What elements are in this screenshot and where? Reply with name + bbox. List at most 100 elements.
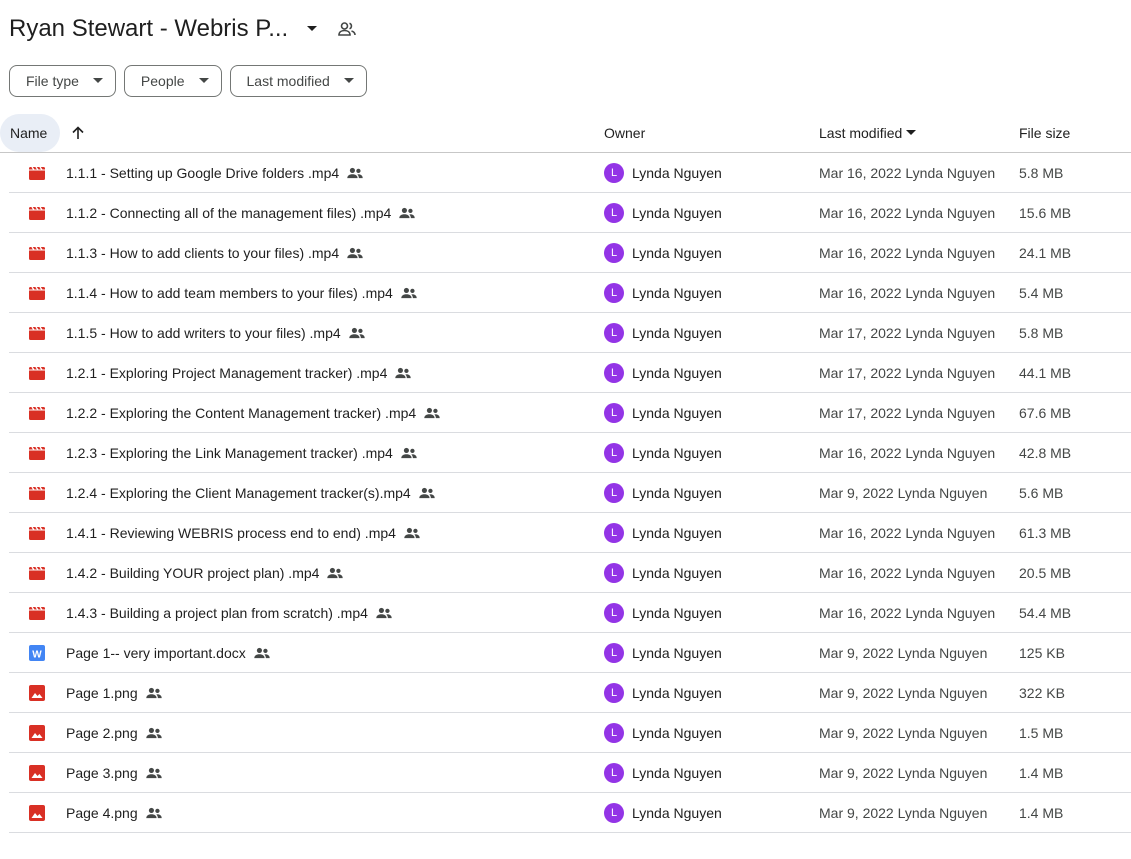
file-row[interactable]: 1.1.2 - Connecting all of the management… <box>9 193 1131 233</box>
file-name[interactable]: 1.2.4 - Exploring the Client Management … <box>66 485 435 501</box>
last-modified-cell: Mar 9, 2022 Lynda Nguyen <box>819 485 988 501</box>
last-modified-cell: Mar 16, 2022 Lynda Nguyen <box>819 285 996 301</box>
file-size-column-header[interactable]: File size <box>1019 125 1070 141</box>
file-row[interactable]: 1.2.1 - Exploring Project Management tra… <box>9 353 1131 393</box>
last-modified-cell: Mar 16, 2022 Lynda Nguyen <box>819 165 996 181</box>
video-file-icon <box>29 366 45 380</box>
file-row[interactable]: Page 1.png L Lynda Nguyen Mar 9, 2022 Lynda… <box>9 673 1131 713</box>
file-name[interactable]: Page 1.png <box>66 685 162 701</box>
name-column-label: Name <box>10 125 48 141</box>
file-row[interactable]: 1.1.1 - Setting up Google Drive folders … <box>9 153 1131 193</box>
folder-header: Ryan Stewart - Webris P... <box>9 12 358 46</box>
file-name[interactable]: 1.1.4 - How to add team members to your … <box>66 285 417 301</box>
shared-icon <box>327 567 344 579</box>
name-column-header[interactable]: Name <box>0 114 60 152</box>
avatar: L <box>604 283 624 303</box>
file-name[interactable]: 1.1.2 - Connecting all of the management… <box>66 205 416 221</box>
file-name[interactable]: 1.4.3 - Building a project plan from scr… <box>66 605 392 621</box>
owner-cell: L Lynda Nguyen <box>604 203 722 223</box>
owner-name: Lynda Nguyen <box>632 725 722 741</box>
file-name-text: 1.2.2 - Exploring the Content Management… <box>66 405 417 421</box>
file-row[interactable]: 1.2.3 - Exploring the Link Management tr… <box>9 433 1131 473</box>
caret-down-icon <box>198 78 209 84</box>
owner-name: Lynda Nguyen <box>632 165 722 181</box>
avatar: L <box>604 363 624 383</box>
file-name[interactable]: Page 1-- very important.docx <box>66 645 270 661</box>
people-filter[interactable]: People <box>123 65 222 97</box>
video-file-icon <box>29 165 45 181</box>
caret-down-icon[interactable] <box>302 19 322 39</box>
folder-title[interactable]: Ryan Stewart - Webris P... <box>9 15 288 43</box>
file-type-filter[interactable]: File type <box>9 65 116 97</box>
file-size-cell: 125 KB <box>1019 645 1065 661</box>
last-modified-filter[interactable]: Last modified <box>229 65 367 97</box>
last-modified-column-header[interactable]: Last modified <box>819 125 917 141</box>
file-name[interactable]: 1.1.1 - Setting up Google Drive folders … <box>66 165 363 181</box>
last-modified-cell: Mar 16, 2022 Lynda Nguyen <box>819 245 996 261</box>
file-size-cell: 42.8 MB <box>1019 445 1072 461</box>
avatar: L <box>604 723 624 743</box>
avatar: L <box>604 163 624 183</box>
owner-cell: L Lynda Nguyen <box>604 683 722 703</box>
file-type-filter-label: File type <box>26 73 79 89</box>
owner-cell: L Lynda Nguyen <box>604 523 722 543</box>
file-row[interactable]: Page 2.png L Lynda Nguyen Mar 9, 2022 Lynda… <box>9 713 1131 753</box>
file-name[interactable]: 1.2.1 - Exploring Project Management tra… <box>66 365 412 381</box>
owner-cell: L Lynda Nguyen <box>604 363 722 383</box>
video-file-icon <box>29 605 45 621</box>
video-file-icon <box>29 245 45 261</box>
file-name[interactable]: 1.4.2 - Building YOUR project plan) .mp4 <box>66 565 344 581</box>
file-row[interactable]: W Page 1-- very important.docx L Lynda Nguy… <box>9 633 1131 673</box>
file-row[interactable]: 1.1.4 - How to add team members to your … <box>9 273 1131 313</box>
avatar: L <box>604 483 624 503</box>
video-file-icon <box>29 206 45 220</box>
file-name[interactable]: Page 3.png <box>66 765 162 781</box>
file-size-cell: 61.3 MB <box>1019 525 1072 541</box>
avatar: L <box>604 563 624 583</box>
file-row[interactable]: 1.4.1 - Reviewing WEBRIS process end to … <box>9 513 1131 553</box>
file-row[interactable]: Page 3.png L Lynda Nguyen Mar 9, 2022 Lynda… <box>9 753 1131 793</box>
video-file-icon <box>29 606 45 620</box>
file-name[interactable]: 1.2.3 - Exploring the Link Management tr… <box>66 445 417 461</box>
file-name[interactable]: 1.4.1 - Reviewing WEBRIS process end to … <box>66 525 420 541</box>
shared-icon <box>145 687 162 699</box>
owner-cell: L Lynda Nguyen <box>604 643 722 663</box>
file-name[interactable]: 1.1.5 - How to add writers to your files… <box>66 325 365 341</box>
avatar: L <box>604 203 624 223</box>
last-modified-filter-label: Last modified <box>246 73 330 89</box>
owner-name: Lynda Nguyen <box>632 565 722 581</box>
owner-name: Lynda Nguyen <box>632 245 722 261</box>
arrow-up-icon[interactable] <box>68 123 88 143</box>
last-modified-cell: Mar 16, 2022 Lynda Nguyen <box>819 605 996 621</box>
owner-column-header[interactable]: Owner <box>604 125 645 141</box>
owner-cell: L Lynda Nguyen <box>604 803 722 823</box>
people-icon[interactable] <box>336 18 358 40</box>
file-size-cell: 54.4 MB <box>1019 605 1072 621</box>
file-name[interactable]: Page 4.png <box>66 805 162 821</box>
image-file-icon <box>29 765 45 781</box>
file-name[interactable]: Page 2.png <box>66 725 162 741</box>
owner-cell: L Lynda Nguyen <box>604 283 722 303</box>
file-row[interactable]: 1.2.4 - Exploring the Client Management … <box>9 473 1131 513</box>
owner-name: Lynda Nguyen <box>632 765 722 781</box>
file-row[interactable]: 1.4.2 - Building YOUR project plan) .mp4… <box>9 553 1131 593</box>
file-row[interactable]: 1.4.3 - Building a project plan from scr… <box>9 593 1131 633</box>
video-file-icon <box>29 286 45 300</box>
avatar: L <box>604 523 624 543</box>
file-name-text: 1.4.1 - Reviewing WEBRIS process end to … <box>66 525 396 541</box>
image-file-icon <box>29 685 45 701</box>
shared-icon <box>399 207 416 219</box>
owner-name: Lynda Nguyen <box>632 445 722 461</box>
file-name[interactable]: 1.2.2 - Exploring the Content Management… <box>66 405 440 421</box>
file-row[interactable]: 1.2.2 - Exploring the Content Management… <box>9 393 1131 433</box>
file-size-cell: 67.6 MB <box>1019 405 1072 421</box>
file-name[interactable]: 1.1.3 - How to add clients to your files… <box>66 245 363 261</box>
file-row[interactable]: Page 4.png L Lynda Nguyen Mar 9, 2022 Lynda… <box>9 793 1131 833</box>
caret-down-icon <box>343 78 354 84</box>
file-row[interactable]: 1.1.5 - How to add writers to your files… <box>9 313 1131 353</box>
shared-icon <box>395 367 412 379</box>
video-file-icon <box>29 285 45 301</box>
file-row[interactable]: 1.1.3 - How to add clients to your files… <box>9 233 1131 273</box>
last-modified-column-label: Last modified <box>819 125 903 141</box>
file-size-cell: 1.4 MB <box>1019 805 1064 821</box>
